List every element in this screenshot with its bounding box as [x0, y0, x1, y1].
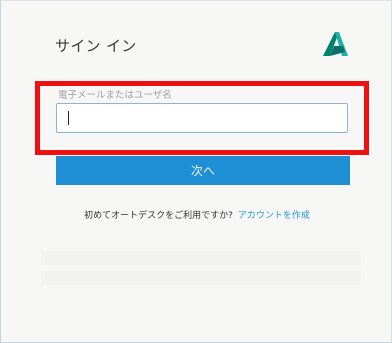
- next-button[interactable]: 次へ: [56, 156, 350, 185]
- create-account-link[interactable]: アカウントを作成: [238, 211, 310, 221]
- sign-in-window: サイン イン 電子メールまたはユーザ名 次へ 初めてオートデスクをご利用ですか?…: [0, 0, 392, 343]
- username-input[interactable]: [56, 103, 348, 133]
- page-title: サイン イン: [55, 37, 137, 55]
- autodesk-logo-icon: [323, 32, 348, 56]
- username-label: 電子メールまたはユーザ名: [58, 90, 172, 101]
- text-caret: [68, 111, 69, 125]
- signup-row: 初めてオートデスクをご利用ですか? アカウントを作成: [1, 208, 391, 221]
- background-band: [41, 251, 361, 265]
- signup-prompt: 初めてオートデスクをご利用ですか?: [84, 211, 233, 221]
- background-band: [41, 271, 361, 285]
